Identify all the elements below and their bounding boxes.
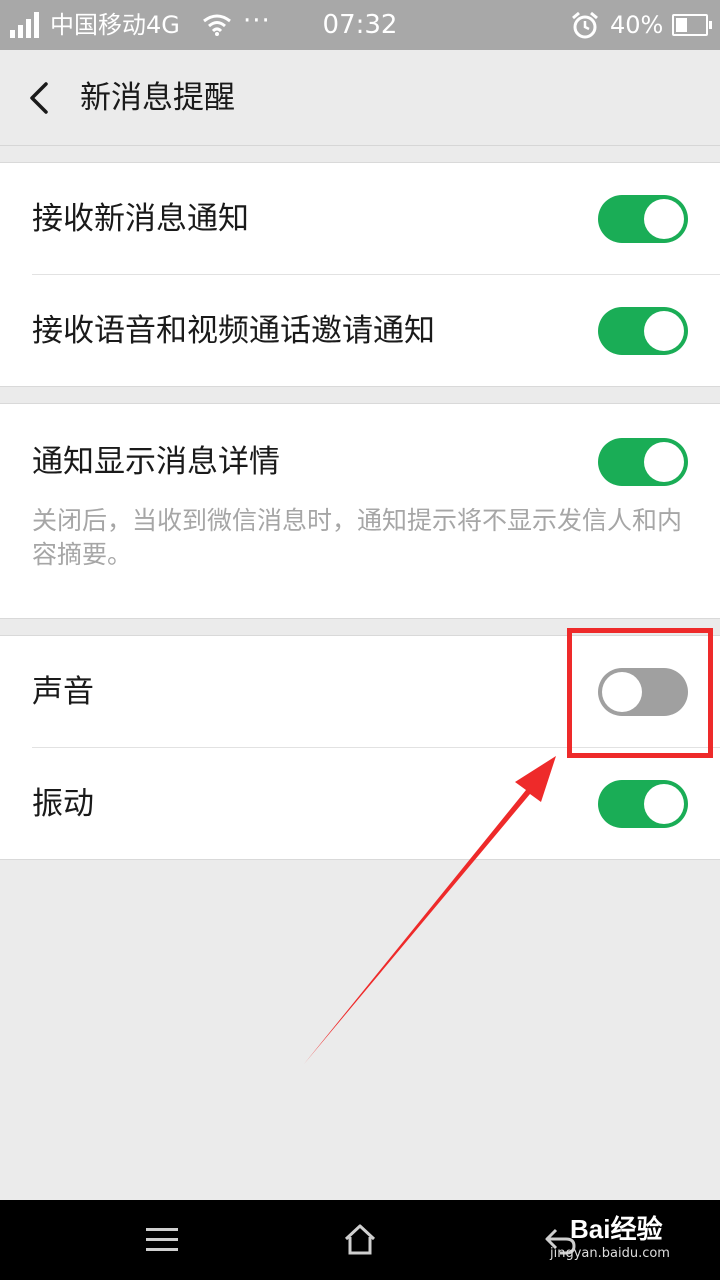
alarm-icon — [572, 11, 598, 39]
battery-percent: 40% — [610, 11, 664, 39]
settings-group-notifications: 接收新消息通知 接收语音和视频通话邀请通知 — [0, 162, 720, 387]
page-title: 新消息提醒 — [80, 80, 235, 116]
setting-label: 接收语音和视频通话邀请通知 — [32, 313, 435, 349]
toggle-knob — [644, 784, 684, 824]
status-bar: 中国移动4G ··· 07:32 40% — [0, 0, 720, 50]
battery-icon — [672, 14, 712, 36]
show-details-toggle[interactable] — [598, 438, 688, 486]
setting-label: 通知显示消息详情 — [32, 444, 280, 480]
call-invite-toggle[interactable] — [598, 307, 688, 355]
toggle-knob — [644, 442, 684, 482]
baidu-jingyan-watermark: Bai经验 jingyan.baidu.com — [550, 1214, 670, 1262]
watermark-brand: Bai经验 — [570, 1214, 663, 1244]
toggle-knob — [644, 311, 684, 351]
setting-label: 声音 — [32, 674, 94, 710]
setting-row-call-invite[interactable]: 接收语音和视频通话邀请通知 — [0, 275, 720, 387]
setting-label: 接收新消息通知 — [32, 201, 249, 237]
setting-label: 振动 — [32, 786, 94, 822]
watermark-url: jingyan.baidu.com — [550, 1246, 670, 1261]
chevron-left-icon[interactable] — [22, 78, 62, 118]
vibrate-toggle[interactable] — [598, 780, 688, 828]
setting-row-new-message[interactable]: 接收新消息通知 — [0, 163, 720, 275]
toggle-knob — [644, 199, 684, 239]
home-icon[interactable] — [342, 1222, 378, 1258]
menu-icon[interactable] — [146, 1228, 178, 1252]
setting-row-vibrate[interactable]: 振动 — [0, 748, 720, 860]
annotation-highlight-box — [567, 628, 713, 758]
header: 新消息提醒 — [0, 50, 720, 146]
battery-level-fill — [676, 18, 687, 32]
settings-group-details: 通知显示消息详情 关闭后，当收到微信消息时，通知提示将不显示发信人和内容摘要。 — [0, 403, 720, 619]
setting-description: 关闭后，当收到微信消息时，通知提示将不显示发信人和内容摘要。 — [32, 506, 683, 569]
setting-row-show-details[interactable]: 通知显示消息详情 关闭后，当收到微信消息时，通知提示将不显示发信人和内容摘要。 — [0, 404, 720, 618]
system-nav-bar: Bai经验 jingyan.baidu.com — [0, 1200, 720, 1280]
new-message-toggle[interactable] — [598, 195, 688, 243]
